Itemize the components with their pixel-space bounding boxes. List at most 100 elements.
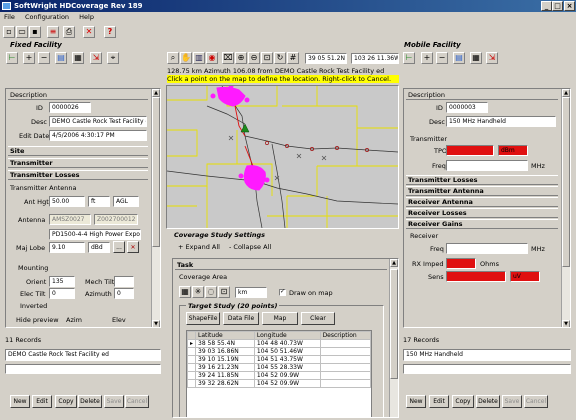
table-row[interactable]: 39 16 21.23N 104 55 28.33W	[187, 363, 371, 372]
export-icon[interactable]: ⇲	[486, 52, 498, 64]
polygon-icon[interactable]: ⊡	[218, 286, 230, 298]
scroll-up-icon[interactable]: ▲	[562, 89, 570, 97]
lobe-close-icon[interactable]: ✕	[127, 241, 139, 253]
remove-icon[interactable]: −	[38, 52, 50, 64]
expand-all-button[interactable]: + Expand All	[178, 243, 220, 251]
latitude-header[interactable]: Latitude	[195, 331, 255, 340]
description-cell[interactable]	[319, 347, 371, 356]
rx-freq-field[interactable]	[446, 243, 528, 254]
description-cell[interactable]	[319, 363, 371, 372]
report-icon[interactable]: ▦	[72, 52, 84, 64]
latitude-cell[interactable]: 39 03 16.86N	[195, 347, 255, 356]
mobile-facility-select[interactable]: 150 MHz Handheld	[403, 349, 571, 361]
scroll-thumb[interactable]	[562, 97, 570, 267]
zoom-in-icon[interactable]: ⊕	[235, 52, 247, 64]
transmitter-losses-section[interactable]: Transmitter Losses	[8, 170, 148, 180]
maj-lobe-field[interactable]: 9.10	[49, 242, 85, 253]
azimuth-field[interactable]: 0	[114, 288, 134, 299]
menu-file[interactable]: File	[4, 13, 15, 21]
fixed-copy-button[interactable]: Copy	[55, 395, 77, 408]
description-cell[interactable]	[319, 371, 371, 380]
fixed-new-button[interactable]: New	[10, 395, 30, 408]
remove-icon[interactable]: −	[436, 52, 448, 64]
inverted-checkbox[interactable]: Inverted	[20, 302, 47, 310]
help-icon[interactable]: ?	[104, 26, 116, 38]
desc-field[interactable]: DEMO Castle Rock Test Facility ed	[49, 116, 147, 127]
hide-preview-checkbox[interactable]: Hide preview	[16, 316, 59, 324]
lobe-browse-button[interactable]: ...	[113, 241, 125, 253]
new-icon[interactable]: ▫	[3, 26, 15, 38]
description-cell[interactable]	[319, 379, 371, 388]
scroll-down-icon[interactable]: ▼	[152, 320, 160, 327]
unit-select[interactable]: km	[235, 287, 267, 298]
scroll-thumb[interactable]	[152, 97, 160, 247]
zoom-extent-icon[interactable]: ⌧	[222, 52, 234, 64]
mech-tilt-field[interactable]	[114, 276, 134, 287]
connect-icon[interactable]: ⊢	[403, 52, 415, 64]
latitude-cell[interactable]: 39 16 21.23N	[195, 363, 255, 372]
rx-imped-field[interactable]	[446, 258, 476, 269]
description-cell[interactable]	[319, 355, 371, 364]
map-pin-icon[interactable]: ⌖	[107, 52, 119, 64]
list-icon[interactable]: ▤	[55, 52, 67, 64]
scroll-up-icon[interactable]: ▲	[390, 259, 398, 267]
shapefile-button[interactable]: ShapeFile	[186, 312, 220, 325]
mobile-edit-button[interactable]: Edit	[429, 395, 449, 408]
list-icon[interactable]: ▤	[453, 52, 465, 64]
site-section[interactable]: Site	[8, 146, 148, 156]
export-icon[interactable]: ⇲	[90, 52, 102, 64]
menu-configuration[interactable]: Configuration	[25, 13, 69, 21]
latitude-cell[interactable]: 39 10 15.19N	[195, 355, 255, 364]
longitude-cell[interactable]: 104 52 09.9W	[253, 379, 321, 388]
orient-field[interactable]: 135	[49, 276, 75, 287]
fixed-list-scrollbar[interactable]	[5, 364, 161, 374]
table-row[interactable]: ▸ 38 58 55.4N 104 48 40.73W	[187, 339, 371, 348]
sens-field[interactable]	[446, 271, 506, 282]
data-file-button[interactable]: Data File	[223, 312, 259, 325]
longitude-cell[interactable]: 104 48 40.73W	[253, 339, 321, 348]
open-icon[interactable]: ▭	[16, 26, 28, 38]
latitude-cell[interactable]: 39 32 28.62N	[195, 379, 255, 388]
search-icon[interactable]: ⌕	[167, 52, 179, 64]
circle-icon[interactable]: ◌	[205, 286, 217, 298]
task-section[interactable]: Task	[175, 261, 387, 270]
fixed-panel-scrollbar[interactable]: ▲ ▼	[151, 89, 160, 327]
longitude-cell[interactable]: 104 52 09.9W	[253, 371, 321, 380]
map-canvas[interactable]	[166, 85, 399, 229]
fixed-edit-button[interactable]: Edit	[32, 395, 52, 408]
tx-freq-field[interactable]	[446, 160, 528, 171]
scroll-down-icon[interactable]: ▼	[562, 320, 570, 327]
layers-icon[interactable]: ◉	[206, 52, 218, 64]
longitude-cell[interactable]: 104 55 28.33W	[253, 363, 321, 372]
id-field[interactable]: 0000026	[49, 102, 91, 113]
mobile-delete-button[interactable]: Delete	[476, 395, 500, 408]
add-icon[interactable]: +	[23, 52, 35, 64]
menu-help[interactable]: Help	[79, 13, 94, 21]
fixed-save-button[interactable]: Save	[104, 395, 124, 408]
minimize-button[interactable]: _	[541, 1, 552, 11]
collapse-all-button[interactable]: - Collapse All	[229, 243, 271, 251]
fixed-cancel-button[interactable]: Cancel	[125, 395, 149, 408]
clear-button[interactable]: Clear	[301, 312, 335, 325]
connect-icon[interactable]: ⊢	[6, 52, 18, 64]
elec-tilt-field[interactable]: 0	[49, 288, 75, 299]
report-icon[interactable]: ▦	[470, 52, 482, 64]
delete-icon[interactable]: ✕	[83, 26, 95, 38]
grid-icon[interactable]: #	[287, 52, 299, 64]
mobile-new-button[interactable]: New	[406, 395, 426, 408]
table-row[interactable]: 39 24 11.85N 104 52 09.9W	[187, 371, 371, 380]
mobile-copy-button[interactable]: Copy	[452, 395, 474, 408]
zoom-window-icon[interactable]: ⊡	[261, 52, 273, 64]
settings-icon[interactable]: ≡	[47, 26, 59, 38]
draw-on-map-checkbox[interactable]: ✓	[279, 288, 286, 296]
grid-area-icon[interactable]: ▦	[179, 286, 191, 298]
receiver-gains-section[interactable]: Receiver Gains	[406, 219, 558, 229]
measure-icon[interactable]: ▥	[193, 52, 205, 64]
table-row[interactable]: 39 32 28.62N 104 52 09.9W	[187, 379, 371, 388]
mobile-desc-field[interactable]: 150 MHz Handheld	[446, 116, 556, 127]
save-icon[interactable]: ▪	[29, 26, 41, 38]
receiver-losses-section[interactable]: Receiver Losses	[406, 208, 558, 218]
scroll-thumb[interactable]	[390, 269, 398, 379]
mobile-save-button[interactable]: Save	[502, 395, 522, 408]
edit-date-field[interactable]: 4/5/2006 4:30:17 PM	[49, 130, 147, 141]
